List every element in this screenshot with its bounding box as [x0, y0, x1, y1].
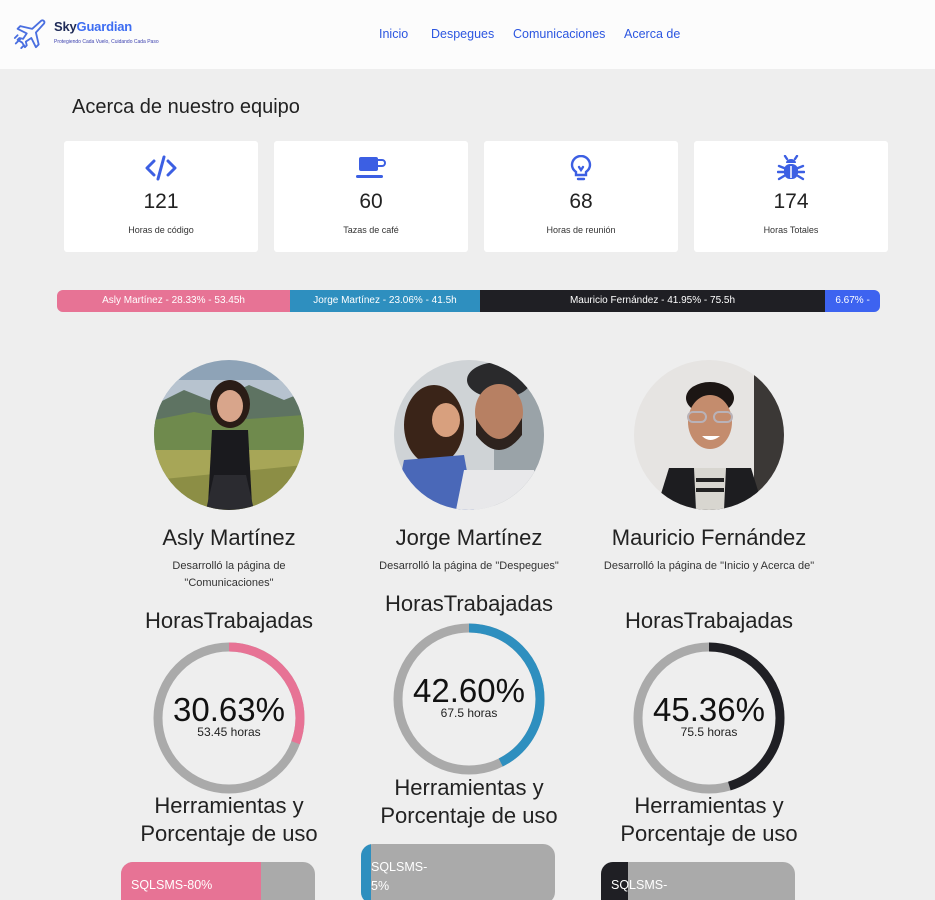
donut-percent: 30.63% — [173, 691, 285, 728]
hours-donut-chart: 45.36% 75.5 horas — [632, 641, 786, 795]
portrait-photo-mauricio — [634, 360, 784, 510]
hours-donut-chart: 30.63% 53.45 horas — [152, 641, 306, 795]
stat-card-coffee: 60 Tazas de café — [274, 141, 468, 252]
page-title: Acerca de nuestro equipo — [72, 96, 300, 118]
tools-title: Herramientas y Porcentaje de uso — [140, 793, 318, 846]
member-name: Mauricio Fernández — [611, 525, 807, 550]
tool-usage-label: SQLSMS-80% — [131, 878, 213, 892]
tool-usage-label: SQLSMS- — [611, 878, 668, 892]
donut-hours: 53.45 horas — [197, 725, 261, 739]
airplane-logo-icon[interactable] — [13, 16, 46, 49]
nav-despegues[interactable]: Despegues — [431, 27, 494, 41]
member-description: Desarrolló la página de "Inicio y Acerca… — [603, 560, 815, 572]
stat-value: 68 — [569, 190, 593, 213]
coffee-cup-icon — [356, 157, 386, 178]
donut-percent: 45.36% — [653, 691, 765, 728]
member-name: Asly Martínez — [162, 525, 296, 550]
stat-value: 121 — [143, 190, 179, 213]
lightbulb-icon — [570, 155, 592, 181]
code-icon — [145, 155, 177, 181]
member-description: Desarrolló la página de "Despegues" — [379, 560, 559, 572]
tool-usage-label: SQLSMS-5% — [371, 860, 428, 893]
member-name: Jorge Martínez — [395, 525, 543, 550]
hours-worked-title: HorasTrabajadas — [385, 591, 553, 616]
nav-comunicaciones[interactable]: Comunicaciones — [513, 27, 605, 41]
tools-title: Herramientas y Porcentaje de uso — [380, 775, 558, 828]
stat-value: 174 — [773, 190, 809, 213]
nav-acerca-de[interactable]: Acerca de — [624, 27, 680, 41]
stat-label: Horas Totales — [763, 225, 819, 235]
portrait-photo-jorge — [394, 360, 544, 510]
stat-label: Horas de código — [128, 225, 194, 235]
team-hours-progress-bar: Asly Martínez - 28.33% - 53.45h Jorge Ma… — [57, 290, 880, 312]
stat-value: 60 — [359, 190, 383, 213]
stat-card-code-hours: 121 Horas de código — [64, 141, 258, 252]
bug-icon — [777, 155, 805, 181]
portrait-photo-asly — [154, 360, 304, 510]
tool-usage-bar: SQLSMS- — [601, 862, 795, 900]
avatar-jorge — [394, 360, 544, 510]
progress-segment-asly[interactable]: Asly Martínez - 28.33% - 53.45h — [57, 290, 291, 312]
stat-card-total-hours: 174 Horas Totales — [694, 141, 888, 252]
progress-segment-mauricio[interactable]: Mauricio Fernández - 41.95% - 75.5h — [479, 290, 826, 312]
donut-percent: 42.60% — [413, 672, 525, 709]
donut-hours: 75.5 horas — [680, 725, 738, 739]
nav-inicio[interactable]: Inicio — [379, 27, 408, 41]
progress-segment-other[interactable]: 6.67% - — [825, 290, 880, 312]
brand-part-sky: Sky — [54, 19, 77, 34]
tool-usage-bar: SQLSMS-5% — [361, 844, 555, 900]
hours-worked-title: HorasTrabajadas — [145, 608, 313, 633]
stat-card-meetings: 68 Horas de reunión — [484, 141, 678, 252]
brand-tagline: Protegiendo Cada Vuelo, Cuidando Cada Pa… — [54, 39, 159, 45]
avatar-mauricio — [634, 360, 784, 510]
progress-segment-jorge[interactable]: Jorge Martínez - 23.06% - 41.5h — [290, 290, 480, 312]
hours-worked-title: HorasTrabajadas — [625, 608, 793, 633]
top-navbar: SkyGuardian Protegiendo Cada Vuelo, Cuid… — [0, 0, 935, 69]
avatar-asly — [154, 360, 304, 510]
brand-name[interactable]: SkyGuardian — [54, 19, 132, 34]
tools-title: Herramientas y Porcentaje de uso — [620, 793, 798, 846]
brand-part-guardian: Guardian — [76, 19, 133, 34]
member-description: Desarrolló la página de "Comunicaciones" — [172, 560, 286, 589]
stat-label: Tazas de café — [343, 225, 399, 235]
tool-usage-bar: SQLSMS-80% — [121, 862, 315, 900]
tool-usage-fill — [361, 844, 371, 900]
hours-donut-chart: 42.60% 67.5 horas — [392, 622, 546, 776]
donut-hours: 67.5 horas — [440, 706, 498, 720]
stat-label: Horas de reunión — [546, 225, 616, 235]
